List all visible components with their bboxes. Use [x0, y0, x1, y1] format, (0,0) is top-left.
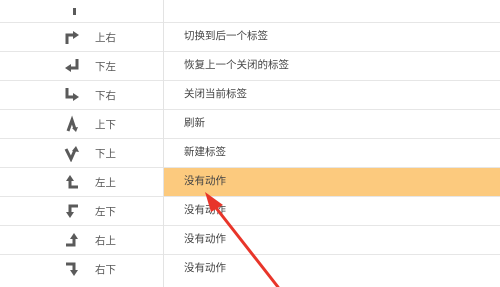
action-label: 恢复上一个关闭的标签	[184, 59, 289, 71]
table-row-partial	[0, 0, 500, 23]
action-cell[interactable]: 切换到后一个标签	[164, 23, 500, 51]
action-label: 切换到后一个标签	[184, 30, 268, 42]
table-row[interactable]: 右下 没有动作	[0, 255, 500, 287]
action-label: 关闭当前标签	[184, 88, 247, 100]
gesture-label: 上右	[95, 32, 116, 44]
gesture-label: 左下	[95, 206, 116, 218]
action-cell[interactable]: 没有动作	[164, 226, 500, 254]
table-row[interactable]: 右上 没有动作	[0, 226, 500, 255]
action-label: 刷新	[184, 117, 205, 129]
action-label: 没有动作	[184, 204, 226, 216]
column-divider	[163, 0, 164, 287]
table-row[interactable]: 下右 关闭当前标签	[0, 81, 500, 110]
gesture-cell: 上下	[0, 110, 164, 138]
table-row[interactable]: 上右 切换到后一个标签	[0, 23, 500, 52]
action-label: 没有动作	[184, 233, 226, 245]
action-cell[interactable]: 没有动作	[164, 255, 500, 287]
arrow-left-down-icon	[64, 202, 80, 220]
gesture-cell: 左上	[0, 168, 164, 196]
arrow-down-up-icon	[64, 144, 80, 162]
arrow-up-right-icon	[64, 28, 80, 46]
action-cell[interactable]	[164, 0, 500, 22]
arrow-down-right-icon	[64, 86, 80, 104]
arrow-up-down-icon	[64, 115, 80, 133]
arrow-right-down-icon	[64, 260, 80, 278]
action-label: 没有动作	[184, 175, 226, 187]
action-cell[interactable]: 新建标签	[164, 139, 500, 167]
arrow-left-up-icon	[64, 173, 80, 191]
action-cell[interactable]: 恢复上一个关闭的标签	[164, 52, 500, 80]
gesture-label: 右上	[95, 235, 116, 247]
action-cell[interactable]: 关闭当前标签	[164, 81, 500, 109]
gesture-label: 下右	[95, 90, 116, 102]
arrow-down-left-icon	[64, 57, 80, 75]
gesture-cell: 下上	[0, 139, 164, 167]
table-row-selected[interactable]: 左上 没有动作	[0, 168, 500, 197]
gesture-cell: 左下	[0, 197, 164, 225]
arrow-right-up-icon	[64, 231, 80, 249]
action-cell[interactable]: 没有动作	[164, 168, 500, 196]
gesture-cell: 下左	[0, 52, 164, 80]
table-row[interactable]: 下左 恢复上一个关闭的标签	[0, 52, 500, 81]
gesture-label: 下上	[95, 148, 116, 160]
action-cell[interactable]: 刷新	[164, 110, 500, 138]
action-cell[interactable]: 没有动作	[164, 197, 500, 225]
table-row[interactable]: 左下 没有动作	[0, 197, 500, 226]
action-label: 新建标签	[184, 146, 226, 158]
table-row[interactable]: 上下 刷新	[0, 110, 500, 139]
gesture-cell: 右下	[0, 255, 164, 287]
gesture-table: 上右 切换到后一个标签 下左 恢复上一个关闭的标签 下右 关闭当前标签 上下 刷…	[0, 0, 500, 287]
gesture-label: 左上	[95, 177, 116, 189]
table-row[interactable]: 下上 新建标签	[0, 139, 500, 168]
gesture-label: 右下	[95, 264, 116, 276]
gesture-cell: 下右	[0, 81, 164, 109]
gesture-label: 下左	[95, 61, 116, 73]
gesture-cell	[0, 0, 164, 22]
gesture-cell: 右上	[0, 226, 164, 254]
gesture-cell: 上右	[0, 23, 164, 51]
action-label: 没有动作	[184, 262, 226, 274]
gesture-icon-partial	[72, 0, 77, 15]
gesture-label: 上下	[95, 119, 116, 131]
